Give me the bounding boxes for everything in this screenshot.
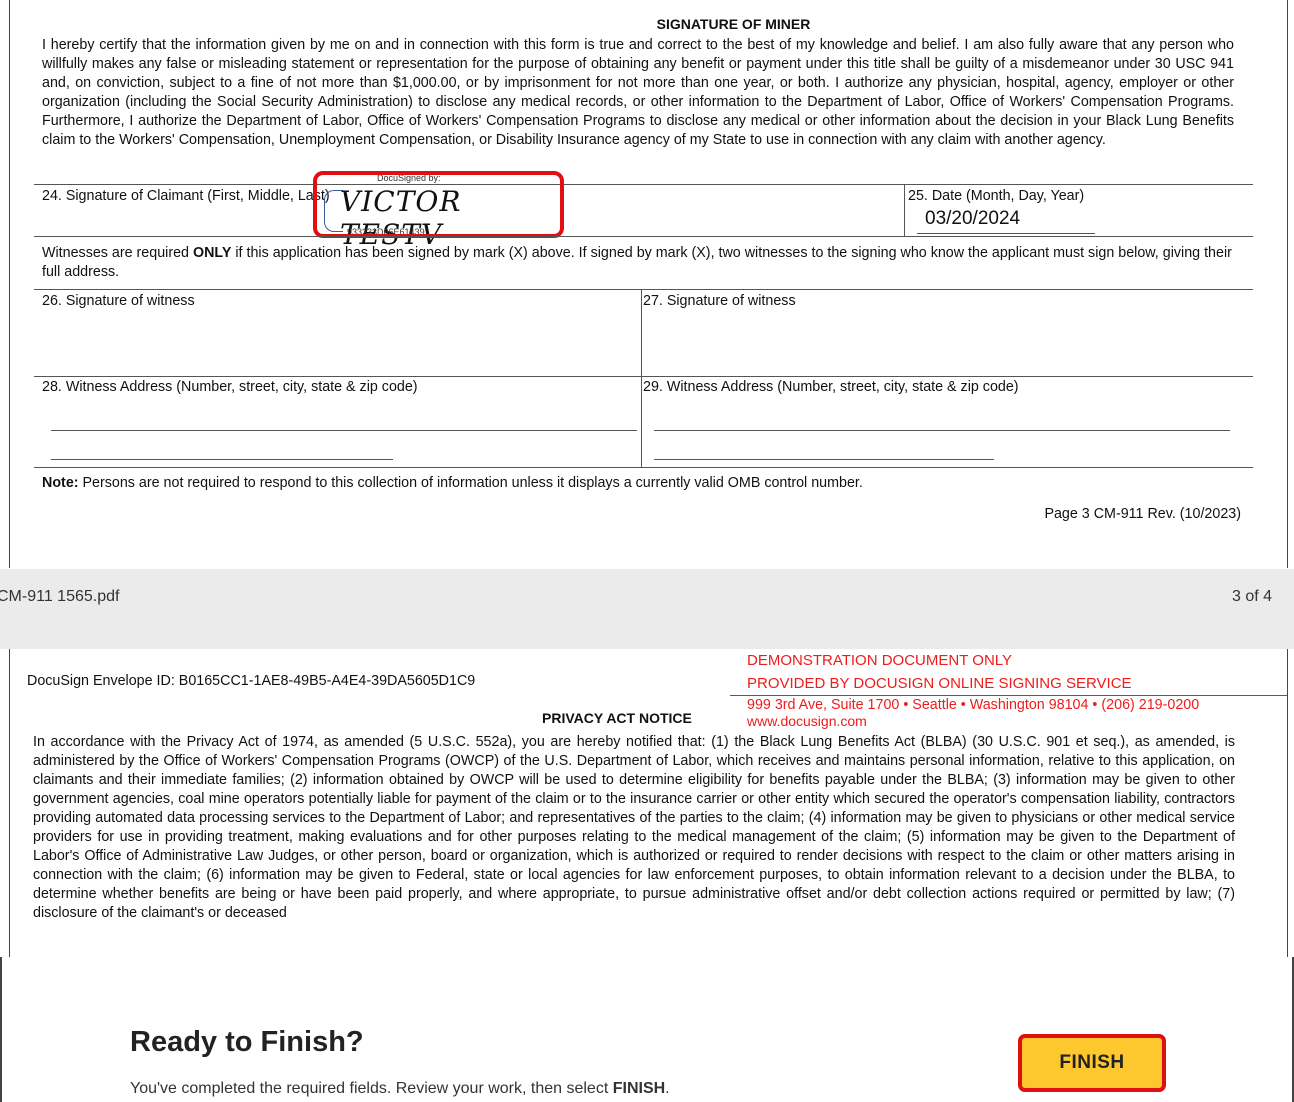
page-separator-bar: CM-911 1565.pdf 3 of 4 [0, 569, 1294, 649]
certification-text: I hereby certify that the information gi… [42, 37, 1234, 148]
page-indicator: 3 of 4 [1231, 588, 1272, 605]
divider [34, 184, 1253, 185]
signature-highlight-box [313, 171, 564, 238]
witness-address-line [654, 430, 1230, 431]
divider [34, 236, 1253, 237]
date-signed-value[interactable]: 03/20/2024 [925, 208, 1020, 230]
page-footer: Page 3 CM-911 Rev. (10/2023) [1044, 506, 1241, 522]
divider [904, 184, 905, 236]
privacy-act-text: In accordance with the Privacy Act of 19… [33, 734, 1235, 921]
witness-address-line [51, 459, 393, 460]
field-28-label: 28. Witness Address (Number, street, cit… [42, 379, 418, 395]
field-29-label: 29. Witness Address (Number, street, cit… [643, 379, 1019, 395]
divider [34, 376, 1253, 377]
finish-button[interactable]: FINISH [1018, 1034, 1166, 1092]
witness-prefix: Witnesses are required [42, 245, 193, 261]
finish-message: You've completed the required fields. Re… [130, 1080, 670, 1098]
finish-message-suffix: . [665, 1080, 670, 1097]
note-text: Persons are not required to respond to t… [78, 475, 863, 491]
section-title-privacy-act-notice: PRIVACY ACT NOTICE [542, 710, 692, 726]
divider [34, 467, 1253, 468]
finish-message-bold: FINISH [612, 1080, 666, 1097]
date-underline [917, 233, 1095, 234]
finish-message-prefix: You've completed the required fields. Re… [130, 1080, 613, 1097]
envelope-id: DocuSign Envelope ID: B0165CC1-1AE8-49B5… [27, 673, 476, 689]
field-27-label: 27. Signature of witness [643, 293, 796, 309]
demo-watermark-line-1: DEMONSTRATION DOCUMENT ONLY [747, 652, 1013, 669]
demo-underline [730, 695, 1287, 696]
witness-address-line [51, 430, 637, 431]
divider [34, 289, 1253, 290]
demo-watermark-line-2: PROVIDED BY DOCUSIGN ONLINE SIGNING SERV… [747, 675, 1132, 692]
field-25-label: 25. Date (Month, Day, Year) [908, 188, 1085, 204]
divider [641, 289, 642, 467]
document-page-3: SIGNATURE OF MINER I hereby certify that… [9, 0, 1288, 568]
demo-watermark-line-3: 999 3rd Ave, Suite 1700 • Seattle • Wash… [747, 697, 1200, 713]
witness-only: ONLY [192, 245, 232, 261]
demo-watermark-line-4: www.docusign.com [747, 713, 867, 729]
field-26-label: 26. Signature of witness [42, 293, 195, 309]
witness-address-line [654, 459, 994, 460]
omb-note: Note: Persons are not required to respon… [42, 474, 863, 493]
witness-instructions: Witnesses are required ONLY if this appl… [42, 244, 1232, 282]
section-title-signature-of-miner: SIGNATURE OF MINER [656, 16, 811, 32]
note-label: Note: [42, 475, 79, 491]
finish-title: Ready to Finish? [130, 1026, 364, 1058]
field-24-label: 24. Signature of Claimant (First, Middle… [42, 188, 330, 204]
